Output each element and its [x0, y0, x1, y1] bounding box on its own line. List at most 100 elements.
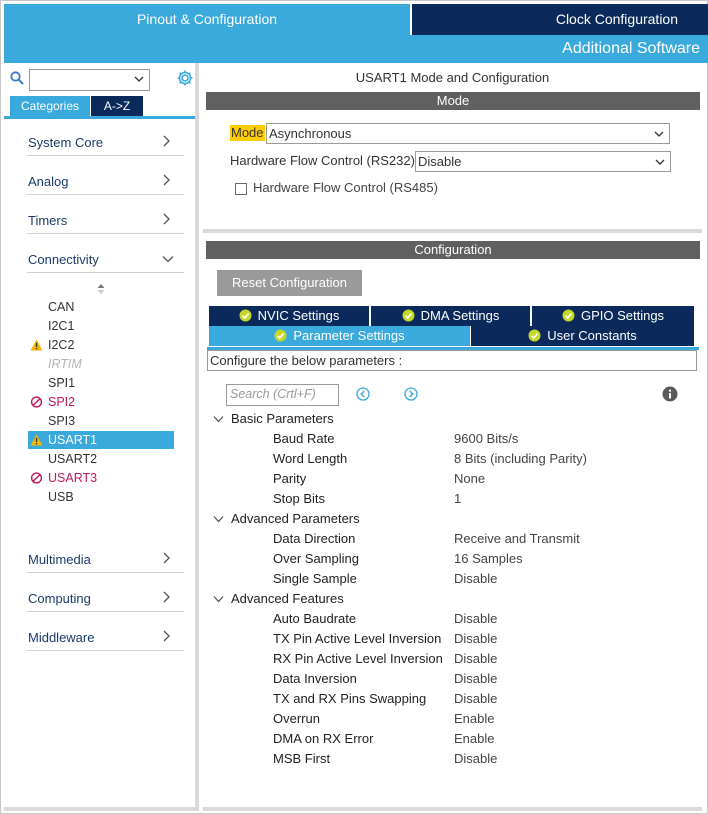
- param-row[interactable]: Data Inversion Disable: [203, 669, 702, 689]
- peripheral-label: CAN: [48, 300, 75, 314]
- category-label: Analog: [28, 174, 69, 189]
- category-connectivity[interactable]: Connectivity: [27, 243, 184, 273]
- param-name: Data Inversion: [273, 671, 357, 686]
- peripheral-spi1[interactable]: SPI1: [28, 374, 174, 392]
- param-row[interactable]: DMA on RX Error Enable: [203, 729, 702, 749]
- search-icon: [10, 71, 24, 85]
- peripheral-usart3[interactable]: USART3: [28, 469, 174, 487]
- check-circle-icon: [274, 329, 287, 342]
- tab-clock-configuration[interactable]: Clock Configuration: [412, 4, 708, 35]
- param-name: Baud Rate: [273, 431, 335, 446]
- mode-select-value: Asynchronous: [269, 126, 352, 141]
- param-value: 8 Bits (including Parity): [454, 451, 587, 466]
- chevron-down-icon: [654, 131, 664, 137]
- mode-select[interactable]: Asynchronous: [266, 123, 670, 144]
- additional-software-button[interactable]: Additional Software: [4, 35, 708, 63]
- param-value: Enable: [454, 731, 495, 746]
- chevron-right-icon: [163, 174, 170, 186]
- peripheral-label: I2C2: [48, 338, 75, 352]
- param-name: RX Pin Active Level Inversion: [273, 651, 443, 666]
- param-row[interactable]: Single Sample Disable: [203, 569, 702, 589]
- gear-icon[interactable]: [176, 69, 194, 87]
- param-row[interactable]: TX and RX Pins Swapping Disable: [203, 689, 702, 709]
- peripheral-usart2[interactable]: USART2: [28, 450, 174, 468]
- tab-user-constants[interactable]: User Constants: [471, 326, 694, 346]
- param-row[interactable]: Data Direction Receive and Transmit: [203, 529, 702, 549]
- hfc-rs232-select[interactable]: Disable: [415, 151, 671, 172]
- parameter-search-input[interactable]: Search (Crtl+F): [226, 384, 339, 406]
- param-value: 1: [454, 491, 462, 506]
- tab-underline: [4, 116, 195, 119]
- peripheral-spi2[interactable]: SPI2: [28, 393, 174, 411]
- category-system-core[interactable]: System Core: [27, 126, 184, 156]
- tab-nvic-settings[interactable]: NVIC Settings: [209, 306, 369, 326]
- param-row[interactable]: Baud Rate 9600 Bits/s: [203, 429, 702, 449]
- param-row[interactable]: Overrun Enable: [203, 709, 702, 729]
- peripheral-label: SPI1: [48, 376, 76, 390]
- sort-icon[interactable]: [96, 283, 106, 295]
- peripheral-label: USART1: [48, 433, 98, 447]
- peripheral-i2c2[interactable]: I2C2: [28, 336, 174, 354]
- chevron-down-icon: [134, 76, 144, 82]
- sidebar-search-input[interactable]: [29, 69, 150, 91]
- peripheral-spi3[interactable]: SPI3: [28, 412, 174, 430]
- configuration-panel: Configuration Reset Configuration NVIC S…: [203, 237, 702, 811]
- category-middleware[interactable]: Middleware: [27, 621, 184, 651]
- category-timers[interactable]: Timers: [27, 204, 184, 234]
- param-value: 9600 Bits/s: [454, 431, 519, 446]
- peripheral-label: USB: [48, 490, 74, 504]
- category-computing[interactable]: Computing: [27, 582, 184, 612]
- param-row[interactable]: RX Pin Active Level Inversion Disable: [203, 649, 702, 669]
- tab-gpio-settings[interactable]: GPIO Settings: [532, 306, 694, 326]
- chevron-down-icon: [213, 596, 224, 603]
- peripheral-label: SPI2: [48, 395, 76, 409]
- category-multimedia[interactable]: Multimedia: [27, 543, 184, 573]
- param-row[interactable]: MSB First Disable: [203, 749, 702, 769]
- check-circle-icon: [239, 309, 252, 322]
- tab-categories[interactable]: Categories: [10, 96, 90, 116]
- param-name: Single Sample: [273, 571, 357, 586]
- category-label: Computing: [28, 591, 91, 606]
- param-row[interactable]: Word Length 8 Bits (including Parity): [203, 449, 702, 469]
- param-name: Word Length: [273, 451, 348, 466]
- category-sidebar: Categories A->Z System Core Analog Timer…: [4, 63, 199, 811]
- param-row[interactable]: TX Pin Active Level Inversion Disable: [203, 629, 702, 649]
- tab-pinout-configuration[interactable]: Pinout & Configuration: [4, 4, 410, 35]
- param-row[interactable]: Stop Bits 1: [203, 489, 702, 509]
- param-name: Auto Baudrate: [273, 611, 357, 626]
- chevron-right-icon: [163, 591, 170, 603]
- check-circle-icon: [562, 309, 575, 322]
- param-name: Data Direction: [273, 531, 356, 546]
- peripheral-irtim[interactable]: IRTIM: [28, 355, 174, 373]
- tab-label: DMA Settings: [420, 308, 500, 323]
- param-name: Parity: [273, 471, 307, 486]
- param-row[interactable]: Over Sampling 16 Samples: [203, 549, 702, 569]
- next-match-icon[interactable]: [404, 387, 418, 401]
- hfc-rs485-label: Hardware Flow Control (RS485): [253, 180, 438, 195]
- error-icon: [30, 472, 43, 484]
- param-value: Disable: [454, 671, 498, 686]
- peripheral-usb[interactable]: USB: [28, 488, 174, 506]
- hfc-rs232-value: Disable: [418, 154, 462, 169]
- configuration-section-header: Configuration: [206, 241, 700, 259]
- info-icon[interactable]: [662, 386, 678, 402]
- param-name: TX and RX Pins Swapping: [273, 691, 427, 706]
- tab-dma-settings[interactable]: DMA Settings: [371, 306, 530, 326]
- hfc-rs485-checkbox[interactable]: [235, 183, 247, 195]
- warning-icon: [30, 339, 43, 351]
- peripheral-can[interactable]: CAN: [28, 298, 174, 316]
- check-circle-icon: [528, 329, 541, 342]
- tab-label: User Constants: [547, 328, 637, 343]
- peripheral-i2c1[interactable]: I2C1: [28, 317, 174, 335]
- previous-match-icon[interactable]: [356, 387, 370, 401]
- param-name: Over Sampling: [273, 551, 359, 566]
- reset-configuration-button[interactable]: Reset Configuration: [217, 270, 362, 296]
- param-row[interactable]: Parity None: [203, 469, 702, 489]
- tab-parameter-settings[interactable]: Parameter Settings: [209, 326, 470, 346]
- mode-label: Mode: [230, 125, 265, 141]
- param-value: 16 Samples: [454, 551, 523, 566]
- param-row[interactable]: Auto Baudrate Disable: [203, 609, 702, 629]
- peripheral-usart1[interactable]: USART1: [28, 431, 174, 449]
- tab-a-to-z[interactable]: A->Z: [91, 96, 143, 116]
- category-analog[interactable]: Analog: [27, 165, 184, 195]
